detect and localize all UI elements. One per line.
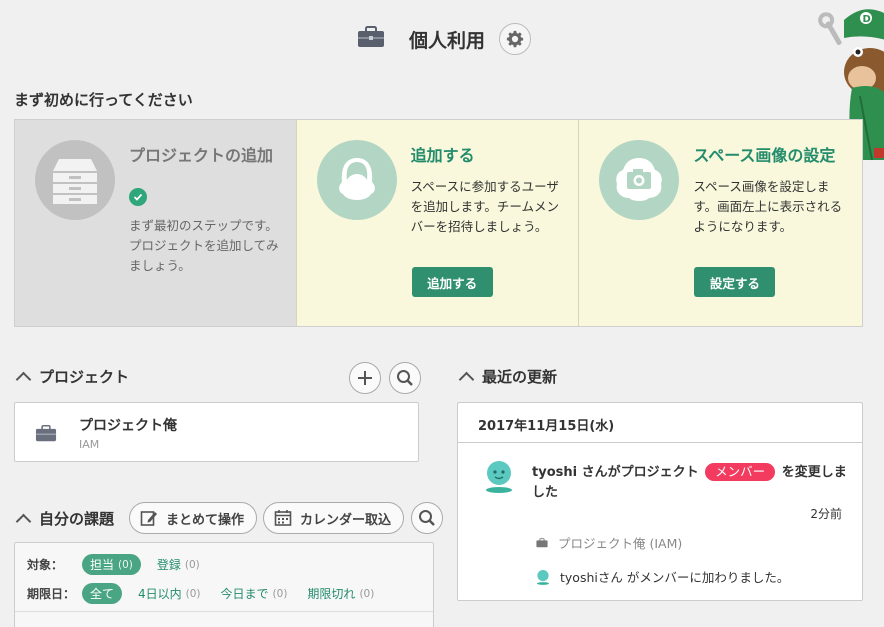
update-time: 2分前 — [810, 507, 842, 521]
update-text-before: tyoshi さんがプロジェクト — [532, 465, 699, 480]
space-settings-button[interactable] — [499, 23, 531, 55]
due-filter-row: 期限日： 全て 4日以内 (0) 今日まで (0) 期限切れ (0) — [27, 583, 394, 604]
recent-section-toggle[interactable]: 最近の更新 — [457, 366, 557, 387]
project-card[interactable]: プロジェクト俺 IAM — [14, 402, 419, 462]
briefcase-icon — [358, 26, 384, 47]
step-space-image: スペース画像の設定 スペース画像を設定します。画面左上に表示されるようになります… — [579, 120, 863, 326]
update-date: 2017年11月15日(水) — [458, 403, 862, 443]
update-detail: tyoshiさん がメンバーに加わりました。 — [536, 567, 789, 586]
chevron-up-icon — [458, 371, 475, 387]
target-filter-row: 対象： 担当 (0) 登録 (0) — [27, 554, 220, 575]
add-project-button[interactable] — [349, 362, 381, 394]
search-icon — [419, 510, 435, 526]
add-user-button[interactable]: 追加する — [411, 267, 493, 297]
issues-filter-panel: 対象： 担当 (0) 登録 (0) 期限日： 全て 4日以内 (0) 今日まで … — [14, 542, 434, 627]
due-label: 期限日： — [27, 587, 76, 601]
step-description: スペースに参加するユーザを追加します。チームメンバーを招待しましょう。 — [410, 179, 560, 234]
step-description: スペース画像を設定します。画面左上に表示されるようになります。 — [693, 179, 843, 234]
project-name: プロジェクト俺 — [79, 418, 177, 434]
step-circle — [599, 140, 680, 220]
chevron-up-icon — [15, 371, 32, 387]
step-title: 追加する — [410, 146, 475, 165]
filter-due-overdue[interactable]: 期限切れ (0) — [307, 585, 374, 602]
filter-label: 全て — [90, 587, 115, 601]
filter-due-all[interactable]: 全て — [82, 583, 123, 604]
bulk-operation-label: まとめて操作 — [166, 512, 245, 528]
user-icon — [338, 158, 375, 200]
user-avatar-icon — [486, 461, 512, 493]
step-add-project: プロジェクトの追加 まず最初のステップです。プロジェクトを追加してみましょう。 — [15, 120, 297, 326]
step-add-user: 追加する スペースに参加するユーザを追加します。チームメンバーを招待しましょう。… — [296, 120, 580, 326]
plus-icon — [358, 371, 372, 385]
user-avatar-icon — [536, 569, 550, 585]
filter-label: 期限切れ — [307, 587, 356, 601]
briefcase-icon — [35, 425, 57, 442]
briefcase-icon — [536, 537, 548, 547]
recent-updates-card: 2017年11月15日(水) tyoshi さんがプロジェクト メンバー を変更… — [457, 402, 863, 601]
set-image-button[interactable]: 設定する — [694, 267, 776, 297]
target-label: 対象： — [27, 558, 64, 572]
camera-icon — [616, 158, 663, 201]
recent-section-title: 最近の更新 — [482, 368, 558, 386]
space-title: 個人利用 — [409, 30, 486, 52]
filter-count: (0) — [272, 587, 288, 600]
projects-section-toggle[interactable]: プロジェクト — [14, 366, 129, 387]
update-detail-text: tyoshiさん がメンバーに加わりました。 — [560, 570, 790, 585]
first-steps-title: まず初めに行ってください — [14, 91, 193, 109]
filter-label: 担当 — [90, 558, 115, 572]
step-title: スペース画像の設定 — [693, 146, 836, 165]
filter-count: (0) — [184, 558, 200, 571]
update-project-name: プロジェクト俺 (IAM) — [558, 536, 683, 551]
step-circle — [35, 140, 115, 220]
calendar-icon — [274, 510, 292, 526]
check-icon — [129, 188, 147, 206]
space-header: 個人利用 D — [0, 0, 884, 161]
step-description: まず最初のステップです。プロジェクトを追加してみましょう。 — [129, 218, 279, 273]
filter-registered[interactable]: 登録 (0) — [157, 556, 200, 573]
first-steps-panel: プロジェクトの追加 まず最初のステップです。プロジェクトを追加してみましょう。 … — [14, 119, 863, 327]
divider — [15, 611, 433, 612]
calendar-import-label: カレンダー取込 — [300, 512, 392, 528]
bulk-operation-button[interactable]: まとめて操作 — [129, 502, 258, 534]
projects-section-title: プロジェクト — [39, 368, 130, 386]
filter-count: (0) — [359, 587, 375, 600]
filter-due-today[interactable]: 今日まで (0) — [221, 585, 288, 602]
search-projects-button[interactable] — [389, 362, 421, 394]
search-icon — [397, 370, 413, 386]
search-issues-button[interactable] — [411, 502, 443, 534]
step-title: プロジェクトの追加 — [129, 146, 274, 165]
edit-icon — [140, 511, 157, 526]
filter-count: (0) — [185, 587, 201, 600]
filter-label: 4日以内 — [138, 587, 182, 601]
my-issues-section-toggle[interactable]: 自分の課題 — [14, 508, 114, 529]
filter-label: 登録 — [156, 558, 181, 572]
update-message: tyoshi さんがプロジェクト メンバー を変更しました — [532, 463, 850, 503]
step-circle — [316, 140, 397, 220]
my-issues-title: 自分の課題 — [39, 510, 115, 528]
chevron-up-icon — [15, 513, 32, 529]
calendar-import-button[interactable]: カレンダー取込 — [263, 502, 405, 534]
member-badge: メンバー — [705, 463, 776, 481]
project-key: IAM — [79, 438, 100, 451]
filter-count: (0) — [118, 558, 133, 571]
svg-text:D: D — [863, 14, 871, 25]
filter-assigned[interactable]: 担当 (0) — [82, 554, 141, 575]
gear-icon — [506, 30, 524, 48]
filter-label: 今日まで — [220, 587, 269, 601]
cabinet-icon — [53, 159, 97, 204]
filter-due-4days[interactable]: 4日以内 (0) — [138, 585, 201, 602]
update-project-link[interactable]: プロジェクト俺 (IAM) — [536, 533, 682, 552]
